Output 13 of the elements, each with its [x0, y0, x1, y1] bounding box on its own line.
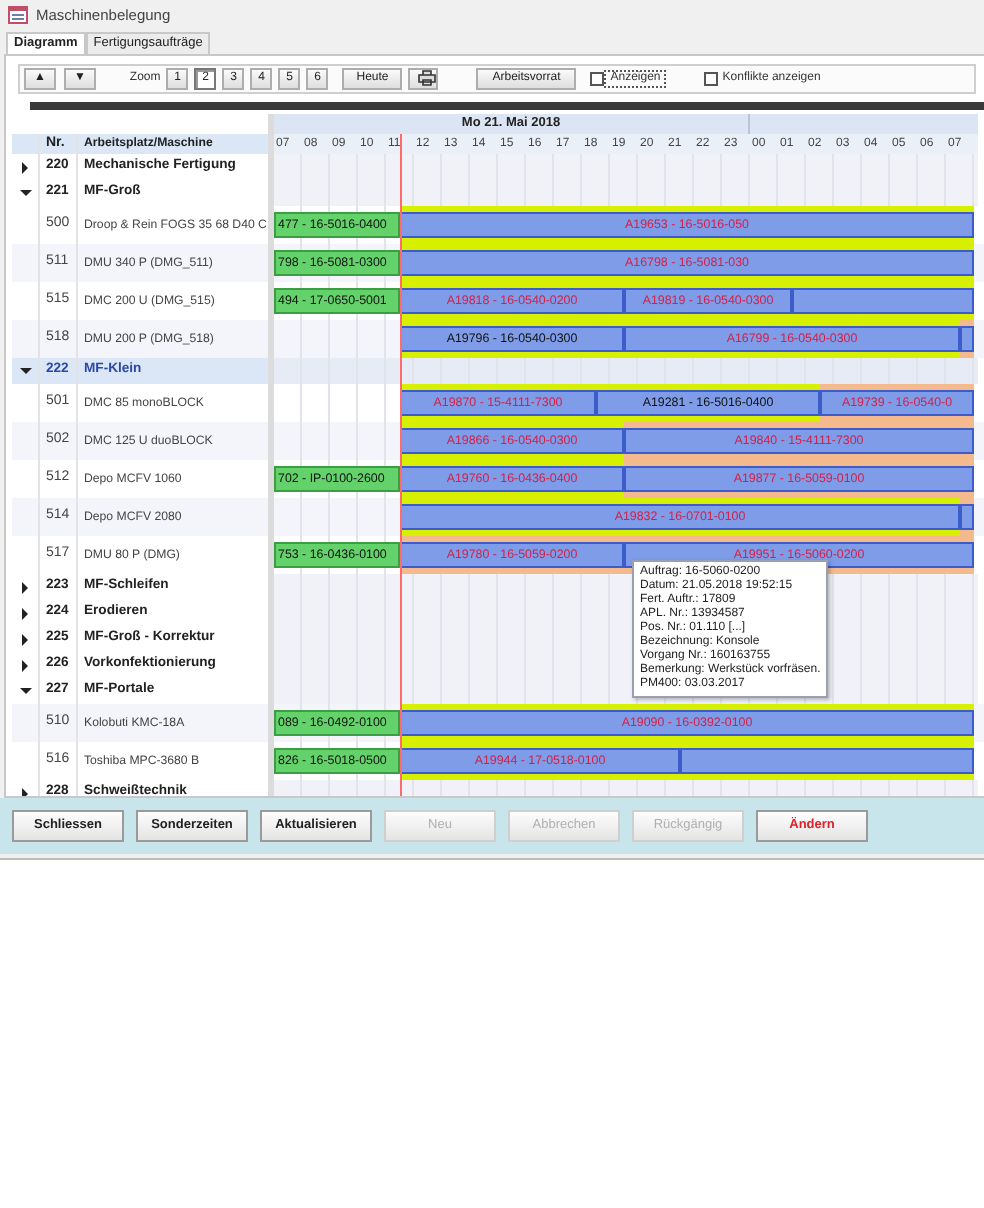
window-icon: [8, 5, 28, 23]
caret-icon[interactable]: [22, 633, 28, 645]
caret-icon[interactable]: [22, 161, 28, 173]
print-button[interactable]: [408, 68, 439, 90]
printer-icon: [418, 70, 437, 86]
caret-icon[interactable]: [19, 688, 31, 694]
caret-icon[interactable]: [19, 190, 31, 196]
caret-icon[interactable]: [22, 607, 28, 619]
caret-icon[interactable]: [22, 659, 28, 671]
caret-icon[interactable]: [19, 368, 31, 374]
caret-icon[interactable]: [22, 581, 28, 593]
checkbox[interactable]: [704, 72, 719, 86]
checkbox[interactable]: [590, 72, 605, 86]
